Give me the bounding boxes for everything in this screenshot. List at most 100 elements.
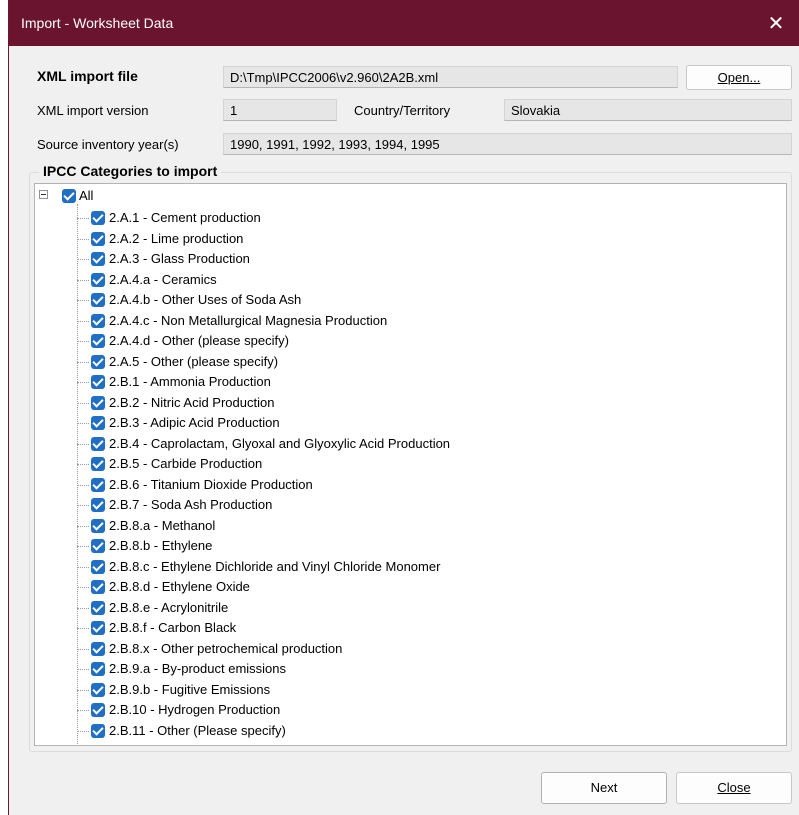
tree-item-label: 2.B.8.b - Ethylene — [109, 538, 213, 553]
close-icon[interactable]: ✕ — [753, 0, 799, 46]
checkbox-checked-icon[interactable] — [91, 395, 105, 410]
tree-item-label: 2.A.4.b - Other Uses of Soda Ash — [109, 292, 302, 307]
checkbox-checked-icon[interactable] — [91, 313, 105, 328]
tree-connector — [77, 320, 89, 322]
checkbox-checked-icon[interactable] — [91, 354, 105, 369]
tree-item[interactable]: 2.B.8.f - Carbon Black — [35, 618, 735, 638]
checkbox-checked-icon[interactable] — [91, 682, 105, 697]
tree-item-label: 2.B.3 - Adipic Acid Production — [109, 415, 280, 430]
checkbox-checked-icon[interactable] — [91, 211, 105, 225]
open-button[interactable]: Open... — [686, 65, 792, 90]
checkbox-checked-icon[interactable] — [91, 621, 105, 635]
tree-connector — [77, 587, 89, 588]
checkbox-checked-icon[interactable] — [91, 723, 105, 738]
years-field: 1990, 1991, 1992, 1993, 1994, 1995 — [223, 133, 792, 155]
tree-item[interactable]: 2.A.2 - Lime production — [35, 229, 735, 249]
checkbox-checked-icon[interactable] — [91, 334, 105, 348]
version-field: 1 — [223, 99, 337, 121]
tree-item[interactable]: 2.B.11 - Other (Please specify) — [35, 721, 735, 741]
checkbox-checked-icon[interactable] — [91, 436, 105, 451]
xml-file-field: D:\Tmp\IPCC2006\v2.960\2A2B.xml — [223, 66, 678, 88]
tree-item[interactable]: 2.B.8.d - Ethylene Oxide — [35, 577, 735, 597]
checkbox-checked-icon[interactable] — [91, 457, 105, 471]
checkbox-checked-icon[interactable] — [91, 477, 105, 492]
country-label: Country/Territory — [354, 103, 451, 118]
tree-item[interactable]: 2.A.4.b - Other Uses of Soda Ash — [35, 290, 735, 310]
tree-item-label: 2.B.6 - Titanium Dioxide Production — [109, 476, 313, 492]
checkbox-checked-icon[interactable] — [91, 231, 105, 246]
checkbox-checked-icon[interactable] — [91, 498, 105, 512]
tree-item[interactable]: 2.B.10 - Hydrogen Production — [35, 700, 735, 720]
tree-connector — [77, 443, 89, 445]
tree-connector — [77, 628, 89, 629]
tree-item-label: 2.A.3 - Glass Production — [109, 251, 250, 266]
collapse-icon[interactable] — [39, 190, 48, 199]
close-button[interactable]: Close — [676, 772, 792, 804]
tree-item[interactable]: 2.B.1 - Ammonia Production — [35, 372, 735, 392]
tree-root-label: All — [79, 188, 94, 203]
tree-item-label: 2.A.1 - Cement production — [109, 210, 261, 225]
tree-item[interactable]: 2.B.2 - Nitric Acid Production — [35, 393, 735, 413]
tree-connector — [77, 484, 89, 486]
tree-item-label: 2.A.4.c - Non Metallurgical Magnesia Pro… — [109, 312, 388, 328]
tree-item[interactable]: 2.A.3 - Glass Production — [35, 249, 735, 269]
tree-item[interactable]: 2.B.3 - Adipic Acid Production — [35, 413, 735, 433]
xml-file-label: XML import file — [37, 68, 138, 84]
version-label: XML import version — [37, 103, 149, 118]
tree-item-label: 2.B.10 - Hydrogen Production — [109, 702, 281, 717]
checkbox-checked-icon[interactable] — [91, 600, 105, 615]
checkbox-all[interactable] — [62, 189, 76, 203]
tree-item[interactable]: 2.B.9.b - Fugitive Emissions — [35, 680, 735, 700]
checkbox-checked-icon[interactable] — [91, 662, 105, 676]
tree-connector — [77, 464, 89, 465]
tree-connector — [77, 259, 89, 260]
open-button-label: Open... — [717, 70, 761, 85]
checkbox-checked-icon[interactable] — [91, 580, 105, 594]
tree-item-label: 2.B.8.f - Carbon Black — [109, 620, 237, 635]
checkbox-checked-icon[interactable] — [91, 559, 105, 574]
tree-item[interactable]: 2.B.9.a - By-product emissions — [35, 659, 735, 679]
tree-item-label: 2.B.9.b - Fugitive Emissions — [109, 681, 271, 697]
tree-item[interactable]: 2.B.8.a - Methanol — [35, 516, 735, 536]
tree-item-label: 2.B.4 - Caprolactam, Glyoxal and Glyoxyl… — [109, 435, 451, 451]
tree-connector — [77, 423, 89, 424]
next-button[interactable]: Next — [541, 772, 667, 804]
checkbox-checked-icon[interactable] — [91, 518, 105, 533]
tree-item[interactable]: 2.A.5 - Other (please specify) — [35, 352, 735, 372]
tree-connector — [77, 218, 89, 219]
tree-item[interactable]: 2.B.5 - Carbide Production — [35, 454, 735, 474]
tree-item-label: 2.A.4.d - Other (please specify) — [109, 333, 289, 348]
tree-item[interactable]: 2.A.4.a - Ceramics — [35, 270, 735, 290]
tree-connector — [77, 546, 89, 547]
tree-item[interactable]: 2.A.1 - Cement production — [35, 208, 735, 228]
tree-item[interactable]: 2.A.4.d - Other (please specify) — [35, 331, 735, 351]
category-tree[interactable]: All 2.A.1 - Cement production 2.A.2 - Lim… — [34, 183, 787, 746]
tree-connector — [77, 566, 89, 568]
tree-connector — [77, 710, 89, 711]
tree-item-label: 2.B.1 - Ammonia Production — [109, 374, 271, 389]
checkbox-checked-icon[interactable] — [91, 252, 105, 266]
checkbox-checked-icon[interactable] — [91, 703, 105, 717]
tree-item[interactable]: 2.B.8.x - Other petrochemical production — [35, 639, 735, 659]
tree-connector — [77, 382, 89, 383]
title-bar: Import - Worksheet Data ✕ — [9, 0, 799, 46]
checkbox-checked-icon[interactable] — [91, 641, 105, 656]
checkbox-checked-icon[interactable] — [91, 375, 105, 389]
checkbox-checked-icon[interactable] — [91, 416, 105, 430]
tree-item[interactable]: 2.A.4.c - Non Metallurgical Magnesia Pro… — [35, 311, 735, 331]
checkbox-checked-icon[interactable] — [91, 293, 105, 307]
tree-item-label: 2.A.4.a - Ceramics — [109, 271, 217, 287]
tree-item[interactable]: 2.B.8.e - Acrylonitrile — [35, 598, 735, 618]
tree-connector — [77, 648, 89, 650]
tree-item[interactable]: 2.B.6 - Titanium Dioxide Production — [35, 475, 735, 495]
import-dialog: Import - Worksheet Data ✕ XML import fil… — [8, 0, 799, 815]
tree-item[interactable]: 2.B.8.b - Ethylene — [35, 536, 735, 556]
checkbox-checked-icon[interactable] — [91, 539, 105, 553]
tree-item[interactable]: 2.B.4 - Caprolactam, Glyoxal and Glyoxyl… — [35, 434, 735, 454]
tree-item-label: 2.B.8.a - Methanol — [109, 517, 216, 533]
tree-item[interactable]: 2.B.8.c - Ethylene Dichloride and Vinyl … — [35, 557, 735, 577]
checkbox-checked-icon[interactable] — [91, 272, 105, 287]
country-field: Slovakia — [504, 99, 792, 121]
tree-connector — [77, 730, 89, 732]
tree-item[interactable]: 2.B.7 - Soda Ash Production — [35, 495, 735, 515]
